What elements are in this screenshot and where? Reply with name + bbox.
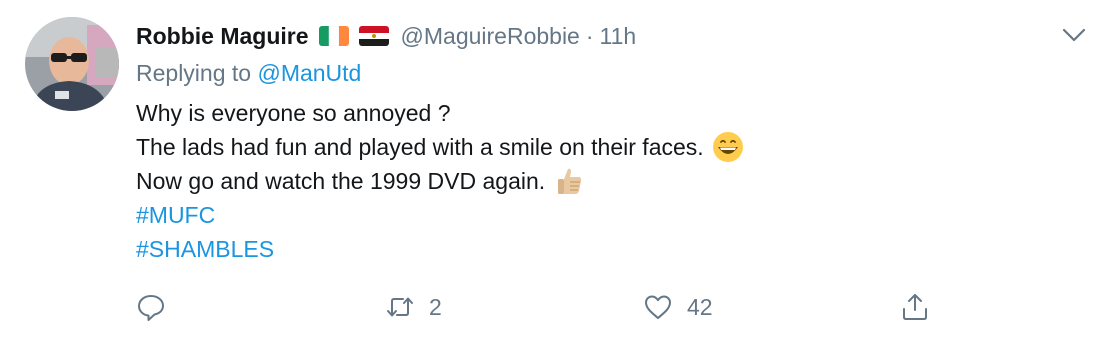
tweet-time[interactable]: 11h	[600, 23, 637, 49]
tweet-meta: @MaguireRobbie · 11h	[401, 23, 637, 50]
retweet-icon	[387, 297, 413, 317]
meta-separator: ·	[585, 22, 594, 49]
replying-handle-link[interactable]: @ManUtd	[257, 60, 361, 86]
share-button[interactable]	[900, 292, 930, 322]
share-icon	[903, 294, 927, 320]
hashtag-link[interactable]: #MUFC	[136, 198, 215, 232]
retweet-button[interactable]: 2	[385, 292, 442, 322]
tweet-text: Why is everyone so annoyed ? The lads ha…	[136, 96, 744, 266]
tweet-line: Now go and watch the 1999 DVD again.	[136, 164, 744, 198]
tweet-line-text: Why is everyone so annoyed ?	[136, 100, 451, 126]
author-name[interactable]: Robbie Maguire	[136, 23, 309, 50]
tweet-header: Robbie Maguire @MaguireRobbie · 11h	[136, 20, 636, 52]
chevron-down-icon[interactable]	[1060, 24, 1088, 46]
tweet-line: Why is everyone so annoyed ?	[136, 96, 744, 130]
like-button[interactable]: 42	[643, 292, 713, 322]
thumbs-up-icon	[553, 165, 585, 197]
replying-prefix: Replying to	[136, 60, 252, 86]
like-count: 42	[687, 293, 713, 320]
tweet-line: #MUFC	[136, 198, 744, 232]
ireland-flag-icon	[318, 26, 349, 46]
egypt-flag-icon	[358, 26, 389, 46]
reply-icon	[138, 295, 164, 321]
reply-button[interactable]	[136, 292, 166, 322]
heart-icon	[645, 295, 671, 319]
author-handle[interactable]: @MaguireRobbie	[401, 23, 580, 49]
tweet-line-text: The lads had fun and played with a smile…	[136, 134, 704, 160]
tweet-line: The lads had fun and played with a smile…	[136, 130, 744, 164]
retweet-count: 2	[429, 293, 442, 320]
avatar[interactable]	[25, 17, 119, 111]
replying-to: Replying to @ManUtd	[136, 60, 361, 87]
tweet-line-text: Now go and watch the 1999 DVD again.	[136, 168, 546, 194]
hashtag-link[interactable]: #SHAMBLES	[136, 232, 274, 266]
tweet-line: #SHAMBLES	[136, 232, 744, 266]
grinning-face-icon	[712, 131, 744, 163]
tweet-actions: 2 42	[0, 292, 1117, 332]
